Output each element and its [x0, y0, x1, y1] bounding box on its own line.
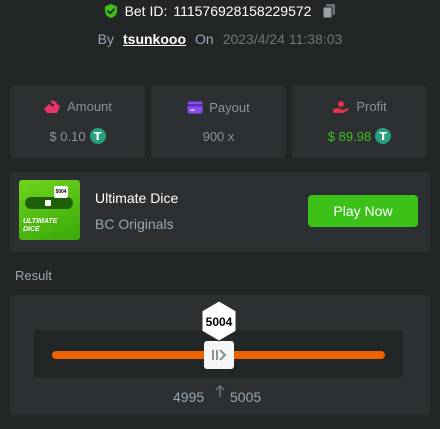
usdt-coin-icon: T	[89, 128, 106, 144]
thumbnail-title: ULTIMATE DICE	[23, 218, 58, 233]
payout-header: Payout	[187, 99, 250, 115]
bet-timestamp: 2023/4/24 11:38:03	[222, 31, 343, 47]
game-name[interactable]: Ultimate Dice	[95, 190, 178, 206]
profit-value: $ 89.98	[327, 128, 372, 144]
roll-result-value: 5004	[205, 315, 233, 329]
slider-handle	[204, 341, 234, 369]
bet-id-value: 111576928158229572	[173, 3, 312, 19]
usdt-coin-icon: T	[375, 128, 392, 144]
thumbnail-slider-knob	[45, 200, 51, 206]
amount-value: $ 0.10	[49, 128, 86, 144]
bet-stats: Amount $ 0.10 T Payout 900 x Profit $ 89…	[10, 85, 427, 158]
on-label: On	[195, 31, 214, 47]
game-card: 5004 ULTIMATE DICE Ultimate Dice BC Orig…	[10, 172, 430, 252]
range-low-value: 4995	[173, 389, 205, 405]
amount-label: Amount	[67, 99, 112, 114]
thumbnail-roll-badge: 5004	[54, 186, 68, 198]
profit-stat: Profit $ 89.98 T	[292, 85, 427, 158]
profit-icon	[333, 100, 350, 113]
play-now-button[interactable]: Play Now	[308, 195, 418, 227]
result-panel: 5004 4995 5005	[10, 295, 430, 415]
profit-header: Profit	[332, 99, 387, 114]
profit-label: Profit	[356, 99, 387, 114]
copy-icon[interactable]	[321, 3, 337, 19]
range-pointer-icon	[215, 384, 225, 397]
payout-value: 900 x	[202, 128, 235, 144]
amount-value-row: $ 0.10 T	[49, 128, 106, 144]
bet-author-row: By tsunkooo On 2023/4/24 11:38:03	[0, 31, 440, 47]
game-thumbnail[interactable]: 5004 ULTIMATE DICE	[19, 180, 80, 240]
game-provider: BC Originals	[95, 216, 174, 232]
amount-header: Amount	[43, 99, 112, 114]
result-label: Result	[15, 268, 52, 283]
verified-shield-icon	[104, 4, 117, 18]
payout-label: Payout	[209, 99, 250, 115]
amount-icon	[44, 99, 61, 113]
bet-id-prefix: Bet ID:	[124, 3, 168, 19]
bet-detail-view: Bet ID: 111576928158229572 By tsunkooo O…	[0, 0, 440, 429]
payout-card-icon	[187, 101, 203, 113]
username-link[interactable]: tsunkooo	[123, 31, 186, 47]
profit-value-row: $ 89.98 T	[327, 128, 392, 144]
range-high-value: 5005	[230, 389, 262, 405]
bet-id-row: Bet ID: 111576928158229572	[0, 3, 440, 19]
amount-stat: Amount $ 0.10 T	[10, 85, 145, 158]
payout-stat: Payout 900 x	[151, 85, 286, 158]
payout-value-row: 900 x	[203, 129, 235, 144]
slider-handle-icon	[212, 349, 227, 361]
by-label: By	[97, 31, 114, 47]
